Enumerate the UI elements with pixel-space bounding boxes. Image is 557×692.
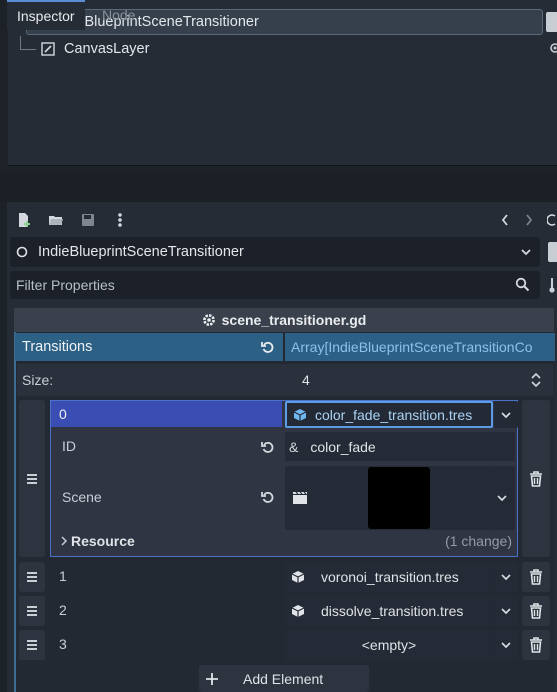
inspector-tab-bar [0,172,557,202]
canvaslayer-label: CanvasLayer [64,41,150,57]
element-0-index[interactable]: 0 [51,401,282,427]
array-type-button[interactable]: Array[IndieBlueprintSceneTransitionCo [285,333,555,361]
drag-handle-3[interactable] [19,630,45,660]
scene-dropdown-button[interactable] [489,466,515,530]
add-element-button[interactable]: Add Element [199,665,369,692]
stringname-prefix: & [289,438,299,455]
gear-icon [202,313,216,327]
resource-cube-icon [291,570,305,584]
transitions-label: Transitions [22,339,93,355]
array-type-value: Array[IndieBlueprintSceneTransitionCo [291,339,533,355]
id-revert-icon[interactable] [261,440,275,454]
resource-cube-icon [291,604,305,618]
scene-preview-thumbnail [368,467,430,529]
node-settings-icon[interactable] [548,242,557,262]
size-value: 4 [302,372,310,388]
id-label: ID [62,438,76,454]
element-0-dropdown-button[interactable] [494,401,518,428]
script-section-header[interactable]: scene_transitioner.gd [14,308,554,332]
id-value: color_fade [310,438,376,455]
object-selector[interactable]: IndieBlueprintSceneTransitioner [10,237,540,267]
id-property-row [54,431,280,463]
filter-properties-field[interactable] [10,271,540,299]
property-tools-icon[interactable] [548,275,557,295]
element-2-resource-name: dissolve_transition.tres [321,603,464,619]
script-icon[interactable] [546,12,557,32]
search-icon [515,277,530,292]
node-circle-icon [16,246,28,258]
drag-handle-1[interactable] [19,562,45,592]
tree-connector-line [20,36,36,50]
element-1-index: 1 [59,568,67,584]
add-element-label: Add Element [243,670,324,687]
visibility-icon[interactable] [547,42,557,54]
history-forward-icon[interactable] [521,210,537,230]
spinner-arrows-icon[interactable] [530,372,542,388]
object-name: IndieBlueprintSceneTransitioner [38,244,244,260]
chevron-right-icon [60,536,68,546]
element-0-index-label: 0 [59,406,67,422]
history-icon[interactable] [547,210,557,230]
canvaslayer-icon [40,41,56,57]
tree-item-canvaslayer[interactable]: CanvasLayer [40,36,240,62]
size-spinbox[interactable]: 4 [285,366,550,394]
element-2-dropdown-button[interactable] [494,596,518,626]
filter-input[interactable] [10,277,490,293]
element-3-resource-picker[interactable]: <empty> [285,630,493,660]
element-0-resource-picker[interactable]: color_fade_transition.tres [285,401,493,428]
element-1-dropdown-button[interactable] [494,562,518,592]
open-folder-icon[interactable] [46,210,66,230]
tab-inspector[interactable]: Inspector [7,0,85,30]
element-1-resource-picker[interactable]: voronoi_transition.tres [285,562,493,592]
element-2-resource-picker[interactable]: dissolve_transition.tres [285,596,493,626]
element-3-index: 3 [59,636,67,652]
delete-element-1-button[interactable] [522,562,550,592]
tab-node[interactable]: Node [92,0,145,30]
plus-icon [205,672,219,686]
element-2-index: 2 [59,602,67,618]
transitions-property-label[interactable]: Transitions [15,333,283,361]
resource-cube-icon [293,408,307,422]
scene-resource-picker[interactable] [285,466,489,530]
drag-handle-0[interactable] [19,400,45,557]
delete-element-3-button[interactable] [522,630,550,660]
delete-element-2-button[interactable] [522,596,550,626]
packed-scene-icon [292,491,308,505]
resource-group-header[interactable]: Resource (1 change) [54,530,516,552]
new-resource-icon[interactable] [14,210,34,230]
id-value-field[interactable]: & color_fade [285,432,515,461]
scene-label: Scene [62,489,102,505]
script-name: scene_transitioner.gd [221,312,367,328]
size-label: Size: [22,372,54,388]
element-3-dropdown-button[interactable] [494,630,518,660]
resource-group-label: Resource [71,533,135,549]
history-back-icon[interactable] [497,210,513,230]
element-0-resource-name: color_fade_transition.tres [315,406,473,423]
change-count: (1 change) [445,533,512,549]
save-icon[interactable] [78,210,98,230]
drag-handle-2[interactable] [19,596,45,626]
element-3-resource-name: <empty> [361,637,417,653]
element-1-resource-name: voronoi_transition.tres [321,569,459,585]
scene-revert-icon[interactable] [261,490,275,504]
delete-element-0-button[interactable] [522,400,550,557]
chevron-down-icon [520,246,532,258]
more-options-icon[interactable] [110,210,130,230]
revert-icon[interactable] [261,340,275,354]
